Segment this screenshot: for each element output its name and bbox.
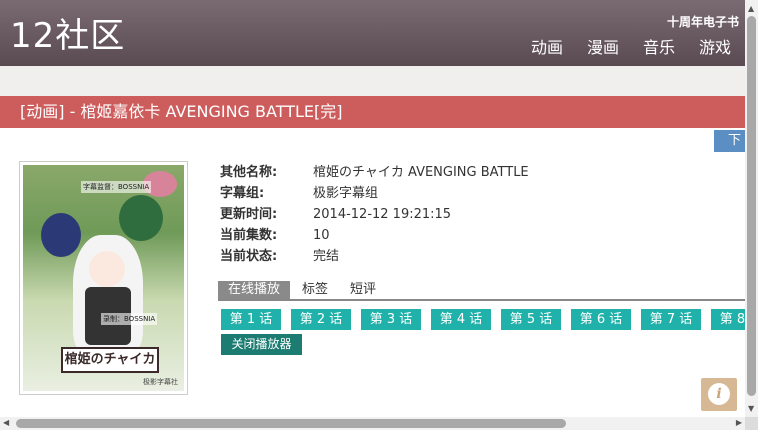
- horizontal-scroll-thumb[interactable]: [16, 419, 566, 428]
- poster-frame: 字幕监督：BOSSNIA 录制：BOSSNIA 棺姫のチャイカ 极影字幕社: [19, 161, 188, 395]
- poster-character: [41, 213, 81, 257]
- episode-button[interactable]: 第 6 话: [571, 309, 631, 330]
- scroll-up-icon[interactable]: ▲: [748, 4, 754, 13]
- info-button[interactable]: i: [701, 378, 737, 411]
- episode-button[interactable]: 第 3 话: [361, 309, 421, 330]
- tab-online-play[interactable]: 在线播放: [218, 281, 291, 299]
- scroll-left-icon[interactable]: ◀: [3, 418, 9, 427]
- poster-character: [119, 195, 163, 241]
- nav-item-games[interactable]: 游戏: [699, 38, 731, 58]
- episode-button[interactable]: 第 1 话: [221, 309, 281, 330]
- info-key: 更新时间:: [220, 207, 278, 222]
- close-player-button[interactable]: 关闭播放器: [221, 334, 302, 355]
- vertical-scroll-thumb[interactable]: [747, 16, 756, 396]
- scroll-down-icon[interactable]: ▼: [748, 404, 754, 413]
- site-header: 12社区 十周年电子书 动画 漫画 音乐 游戏: [0, 0, 745, 66]
- info-key: 字幕组:: [220, 186, 265, 201]
- title-bar: [动画] - 棺姬嘉依卡 AVENGING BATTLE[完]: [0, 96, 745, 128]
- info-icon: i: [708, 383, 730, 405]
- content-tabs: 在线播放 标签 短评: [218, 281, 745, 301]
- scroll-right-icon[interactable]: ▶: [736, 418, 742, 427]
- scrollbar-corner: [745, 417, 758, 430]
- poster-logo: 棺姫のチャイカ: [61, 347, 159, 373]
- anime-poster: 字幕监督：BOSSNIA 录制：BOSSNIA 棺姫のチャイカ 极影字幕社: [23, 165, 184, 391]
- nav-item-music[interactable]: 音乐: [643, 38, 675, 58]
- info-value: 10: [313, 228, 330, 243]
- info-row: 其他名称: 棺姫のチャイカ AVENGING BATTLE: [220, 162, 529, 183]
- nav-item-manga[interactable]: 漫画: [587, 38, 619, 58]
- info-key: 当前集数:: [220, 228, 278, 243]
- header-spacer: [0, 66, 745, 96]
- nav-item-anime[interactable]: 动画: [531, 38, 563, 58]
- info-row: 当前集数: 10: [220, 225, 529, 246]
- next-button[interactable]: 下: [714, 130, 745, 152]
- ebook-link[interactable]: 十周年电子书: [667, 13, 739, 30]
- episode-button[interactable]: 第 2 话: [291, 309, 351, 330]
- poster-character: [89, 251, 125, 287]
- info-value: 2014-12-12 19:21:15: [313, 207, 452, 222]
- page-title: [动画] - 棺姬嘉依卡 AVENGING BATTLE[完]: [20, 102, 343, 121]
- tab-tags[interactable]: 标签: [292, 281, 338, 299]
- info-value: 棺姫のチャイカ AVENGING BATTLE: [313, 165, 529, 180]
- info-row: 字幕组: 极影字幕组: [220, 183, 529, 204]
- info-key: 其他名称:: [220, 165, 278, 180]
- vertical-scrollbar[interactable]: ▲ ▼: [745, 0, 758, 417]
- info-value: 极影字幕组: [313, 186, 379, 201]
- episode-button[interactable]: 第 4 话: [431, 309, 491, 330]
- info-table: 其他名称: 棺姫のチャイカ AVENGING BATTLE 字幕组: 极影字幕组…: [220, 162, 529, 267]
- info-value: 完结: [313, 249, 340, 264]
- poster-tag: 录制：BOSSNIA: [101, 313, 158, 325]
- main-nav: 动画 漫画 音乐 游戏: [531, 38, 731, 58]
- tab-reviews[interactable]: 短评: [340, 281, 386, 299]
- info-row: 当前状态: 完结: [220, 246, 529, 267]
- site-logo[interactable]: 12社区: [10, 14, 125, 58]
- episode-button[interactable]: 第 5 话: [501, 309, 561, 330]
- info-row: 更新时间: 2014-12-12 19:21:15: [220, 204, 529, 225]
- episode-list: 第 1 话 第 2 话 第 3 话 第 4 话 第 5 话 第 6 话 第 7 …: [221, 309, 745, 331]
- main-content: 下 字幕监督：BOSSNIA 录制：BOSSNIA 棺姫のチャイカ 极影字幕社 …: [0, 128, 745, 420]
- horizontal-scrollbar[interactable]: ◀ ▶: [0, 417, 745, 430]
- episode-button[interactable]: 第 7 话: [641, 309, 701, 330]
- episode-button[interactable]: 第 8 话: [711, 309, 745, 330]
- poster-credit: 极影字幕社: [143, 378, 178, 386]
- info-key: 当前状态:: [220, 249, 278, 264]
- poster-tag: 字幕监督：BOSSNIA: [81, 181, 152, 193]
